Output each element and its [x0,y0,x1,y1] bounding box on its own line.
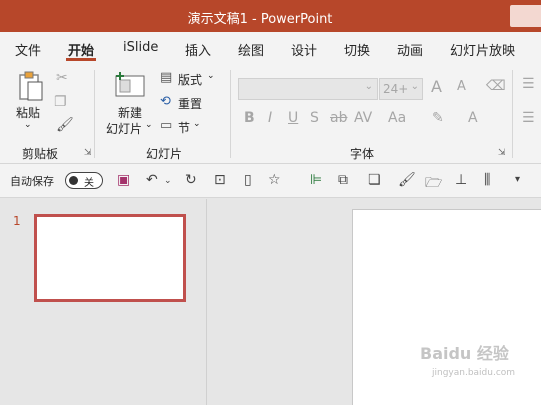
chevron-down-icon: ⌄ [364,81,373,92]
toggle-label: 关 [84,178,94,189]
chevron-down-icon[interactable]: ⌄ [145,120,153,130]
slide-thumbnail-pane: 1 [0,199,207,405]
underline-button[interactable]: U [288,110,298,126]
new-file-icon[interactable]: ▯ [244,172,252,188]
present-icon[interactable]: ⊡ [214,172,226,188]
slides-group-label: 幻灯片 [146,147,183,161]
tab-design[interactable]: 设计 [291,40,317,59]
redo-icon[interactable]: ↻ [185,172,197,188]
cut-icon[interactable]: ✂ [56,70,68,86]
italic-button[interactable]: I [268,110,272,126]
highlight-icon[interactable]: ✎ [432,110,444,126]
reset-label: 重置 [178,97,203,111]
layout-button[interactable]: ▤ 版式 ⌄ [160,70,222,88]
new-slide-icon [115,72,145,97]
divider [512,70,513,158]
autosave-toggle[interactable]: 关 [65,172,103,189]
font-color-icon[interactable]: A [468,110,478,126]
title-bar: 演示文稿1 - PowerPoint [0,0,541,32]
chevron-down-icon: ⌄ [410,81,419,92]
copy-icon[interactable]: ❐ [54,94,67,110]
search-box[interactable] [510,5,541,27]
quick-access-toolbar: 自动保存 关 ▣ ↶ ⌄ ↻ ⊡ ▯ ☆ ⊫ ⧉ ❏ 🖌 🗁 ⊥ ⫼ ▾ [0,164,541,198]
font-size-dropdown[interactable]: 24+ ⌄ [379,78,423,100]
tab-slideshow[interactable]: 幻灯片放映 [450,40,515,59]
window-title: 演示文稿1 - PowerPoint [187,12,333,27]
customize-qat-icon[interactable]: ▾ [515,174,520,185]
autosave-label: 自动保存 [10,175,54,188]
change-case-button[interactable]: Aa [388,110,406,126]
shadow-button[interactable]: S [310,110,319,126]
brush-icon[interactable]: 🖌 [398,172,416,188]
section-button[interactable]: ▭ 节 ⌄ [160,118,222,136]
layers-icon[interactable]: ❏ [368,172,381,188]
chevron-down-icon[interactable]: ⌄ [24,120,32,130]
tab-home[interactable]: 开始 [68,40,94,59]
toggle-knob [69,176,78,185]
tab-draw[interactable]: 绘图 [238,40,264,59]
bold-button[interactable]: B [244,110,255,126]
chevron-down-icon[interactable]: ⌄ [164,176,172,186]
align-tool-icon[interactable]: ⊫ [310,172,322,188]
layout-label: 版式 [178,73,203,87]
shrink-font-icon[interactable]: A [457,79,466,94]
divider [230,70,231,158]
new-slide-label-2: 幻灯片 [106,122,143,136]
clipboard-group-label: 剪贴板 [22,147,59,161]
section-icon: ▭ [160,118,173,133]
strikethrough-button[interactable]: ab [330,110,347,126]
bullets-icon[interactable]: ☰ [522,76,535,92]
reset-icon: ⟲ [160,94,171,109]
slide-thumbnail[interactable] [34,214,186,302]
save-icon[interactable]: ▣ [117,172,130,188]
font-group-label: 字体 [350,147,375,161]
chevron-down-icon: ⌄ [207,71,215,81]
reset-button[interactable]: ⟲ 重置 [160,94,222,112]
char-spacing-button[interactable]: AV [354,110,372,126]
font-size-value: 24+ [383,82,409,96]
tab-transitions[interactable]: 切换 [344,40,370,59]
slide-number: 1 [13,214,21,228]
clipboard-launcher-icon[interactable]: ⇲ [84,148,92,158]
paste-label: 粘贴 [16,106,41,120]
tab-islide[interactable]: iSlide [123,40,158,55]
format-painter-icon[interactable]: 🖌 [56,117,74,133]
open-folder-icon[interactable]: 🗁 [425,172,442,196]
ribbon: 粘贴 ⌄ ✂ ❐ 🖌 剪贴板 ⇲ 新建 幻灯片 ⌄ ▤ 版式 ⌄ ⟲ 重置 ▭ … [0,62,541,164]
divider [94,70,95,158]
group-icon[interactable]: ⧉ [338,172,348,188]
grow-font-icon[interactable]: A [431,77,442,96]
star-icon[interactable]: ☆ [268,172,281,188]
font-launcher-icon[interactable]: ⇲ [498,148,506,158]
paste-button[interactable]: 粘贴 ⌄ [14,70,46,134]
section-label: 节 [178,121,191,135]
align-center-icon[interactable]: ⊥ [455,172,467,188]
undo-icon[interactable]: ↶ [146,172,158,188]
tab-animations[interactable]: 动画 [397,40,423,59]
clear-format-icon[interactable]: ⌫ [486,78,506,94]
font-name-dropdown[interactable]: ⌄ [238,78,378,100]
align-icon[interactable]: ☰ [522,110,535,126]
distribute-icon[interactable]: ⫼ [484,172,490,188]
active-tab-indicator [66,58,96,61]
paste-icon [19,71,43,101]
watermark-url: jingyan.baidu.com [432,368,516,378]
layout-icon: ▤ [160,70,173,85]
watermark-logo: Baidu 经验 [420,344,509,363]
chevron-down-icon: ⌄ [193,119,201,129]
new-slide-label-1: 新建 [118,106,143,120]
tab-file[interactable]: 文件 [15,40,41,59]
tab-insert[interactable]: 插入 [185,40,211,59]
